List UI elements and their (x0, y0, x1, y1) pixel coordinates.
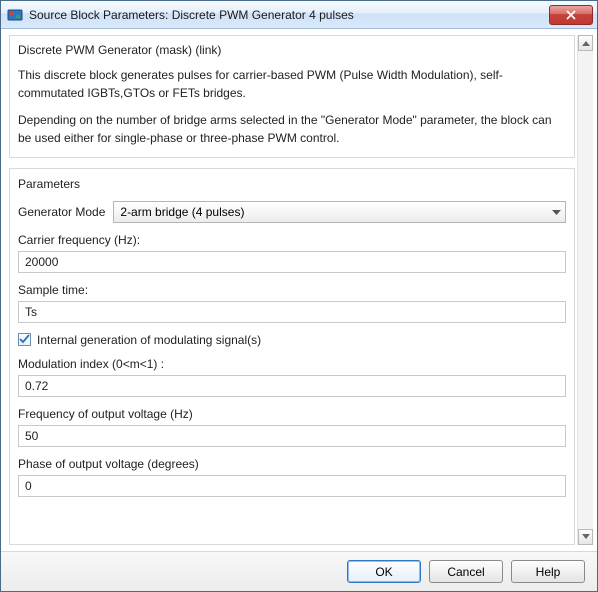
output-phase-label: Phase of output voltage (degrees) (18, 457, 566, 471)
output-frequency-input[interactable] (18, 425, 566, 447)
generator-mode-value: 2-arm bridge (4 pulses) (120, 205, 244, 219)
sample-time-label: Sample time: (18, 283, 566, 297)
app-icon (7, 7, 23, 23)
parameters-panel: Parameters Generator Mode 2-arm bridge (… (9, 168, 575, 545)
scroll-down-button[interactable] (578, 529, 593, 545)
chevron-up-icon (582, 40, 590, 46)
chevron-down-icon (582, 534, 590, 540)
output-phase-input[interactable] (18, 475, 566, 497)
close-button[interactable] (549, 5, 593, 25)
description-text-1: This discrete block generates pulses for… (18, 67, 566, 102)
window-title: Source Block Parameters: Discrete PWM Ge… (29, 8, 543, 22)
description-text-2: Depending on the number of bridge arms s… (18, 112, 566, 147)
output-frequency-group: Frequency of output voltage (Hz) (18, 407, 566, 447)
internal-generation-checkbox[interactable] (18, 333, 31, 346)
ok-button[interactable]: OK (347, 560, 421, 583)
output-phase-group: Phase of output voltage (degrees) (18, 457, 566, 497)
scroll-up-button[interactable] (578, 35, 593, 51)
modulation-index-group: Modulation index (0<m<1) : (18, 357, 566, 397)
description-panel: Discrete PWM Generator (mask) (link) Thi… (9, 35, 575, 158)
internal-generation-row[interactable]: Internal generation of modulating signal… (18, 333, 566, 347)
generator-mode-label: Generator Mode (18, 205, 105, 219)
scroll-track[interactable] (578, 51, 593, 529)
content-area: Discrete PWM Generator (mask) (link) Thi… (9, 35, 575, 545)
check-icon (19, 334, 30, 345)
carrier-frequency-label: Carrier frequency (Hz): (18, 233, 566, 247)
dialog-window: Source Block Parameters: Discrete PWM Ge… (0, 0, 598, 592)
titlebar[interactable]: Source Block Parameters: Discrete PWM Ge… (1, 1, 597, 29)
sample-time-group: Sample time: (18, 283, 566, 323)
description-heading: Discrete PWM Generator (mask) (link) (18, 42, 566, 59)
chevron-down-icon (552, 205, 561, 219)
output-frequency-label: Frequency of output voltage (Hz) (18, 407, 566, 421)
sample-time-input[interactable] (18, 301, 566, 323)
carrier-frequency-input[interactable] (18, 251, 566, 273)
button-bar: OK Cancel Help (1, 551, 597, 591)
internal-generation-label: Internal generation of modulating signal… (37, 333, 261, 347)
close-icon (566, 10, 576, 20)
modulation-index-input[interactable] (18, 375, 566, 397)
help-button[interactable]: Help (511, 560, 585, 583)
parameters-heading: Parameters (18, 177, 566, 191)
modulation-index-label: Modulation index (0<m<1) : (18, 357, 566, 371)
carrier-frequency-group: Carrier frequency (Hz): (18, 233, 566, 273)
generator-mode-select[interactable]: 2-arm bridge (4 pulses) (113, 201, 566, 223)
vertical-scrollbar[interactable] (577, 35, 593, 545)
cancel-button[interactable]: Cancel (429, 560, 503, 583)
generator-mode-row: Generator Mode 2-arm bridge (4 pulses) (18, 201, 566, 223)
dialog-body: Discrete PWM Generator (mask) (link) Thi… (1, 29, 597, 551)
